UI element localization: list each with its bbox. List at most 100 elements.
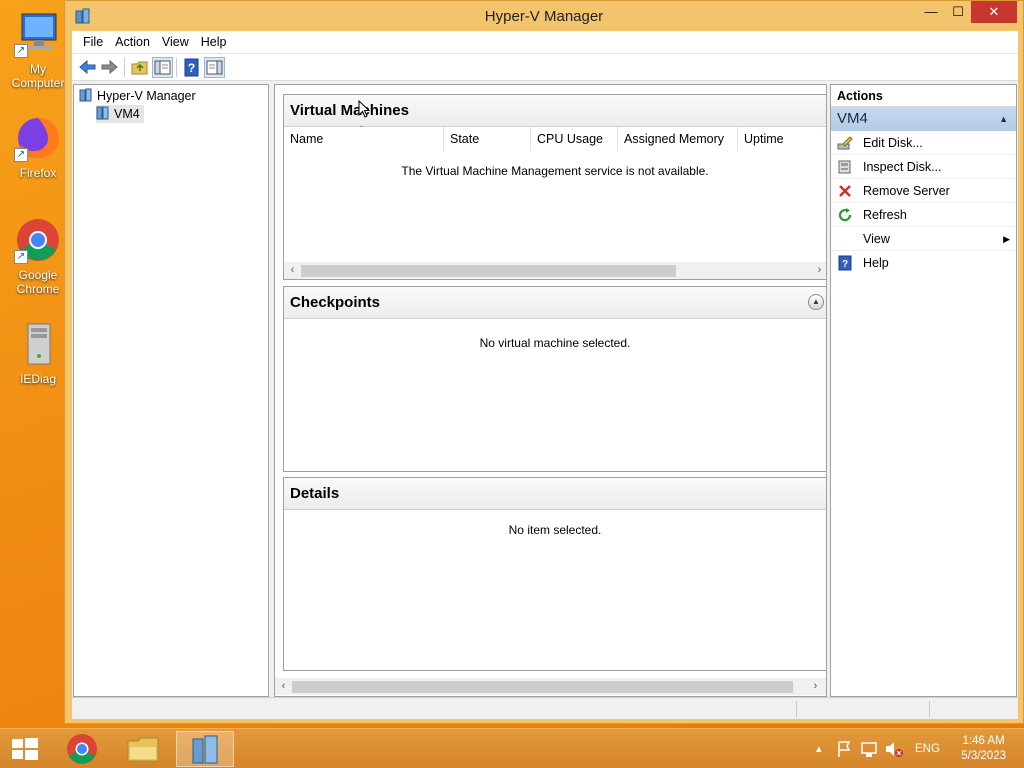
desktop-icon-my-computer[interactable]: ↗ My Computer bbox=[3, 10, 73, 90]
clock[interactable]: 1:46 AM 5/3/2023 bbox=[961, 734, 1006, 764]
folder-icon bbox=[127, 737, 159, 762]
help-icon[interactable]: ? bbox=[181, 57, 202, 78]
desktop-icon-label: My Computer bbox=[11, 62, 65, 90]
toolbar: ? bbox=[72, 54, 1018, 81]
scroll-left-icon[interactable]: ‹ bbox=[284, 262, 301, 279]
up-folder-icon[interactable] bbox=[129, 57, 150, 78]
action-label: Refresh bbox=[863, 208, 907, 222]
pane-title: Details bbox=[284, 478, 826, 510]
edit-disk-icon bbox=[837, 135, 853, 151]
taskbar-file-explorer[interactable] bbox=[114, 731, 172, 767]
clock-time: 1:46 AM bbox=[962, 735, 1005, 747]
taskbar: ▴ ENG 1:46 AM 5/3/2023 bbox=[0, 728, 1024, 768]
svg-text:?: ? bbox=[188, 61, 195, 75]
action-label: View bbox=[863, 232, 890, 246]
action-center-flag-icon[interactable] bbox=[836, 729, 852, 768]
details-pane: Details No item selected. bbox=[283, 477, 827, 671]
clock-date: 5/3/2023 bbox=[961, 750, 1006, 762]
computer-icon: ↗ bbox=[14, 10, 62, 58]
desktop-icon-label: Firefox bbox=[19, 166, 57, 180]
svg-text:?: ? bbox=[842, 259, 848, 270]
desktop-icon-firefox[interactable]: ↗ Firefox bbox=[3, 114, 73, 180]
client-area: Hyper-V Manager VM4 Virtual Machines Nam… bbox=[72, 81, 1018, 697]
menu-action[interactable]: Action bbox=[109, 31, 156, 54]
start-button[interactable] bbox=[0, 731, 50, 767]
action-refresh[interactable]: Refresh bbox=[831, 203, 1016, 227]
scroll-left-icon[interactable]: ‹ bbox=[275, 678, 292, 695]
menu-file[interactable]: File bbox=[77, 31, 109, 54]
actions-section-vm4[interactable]: VM4 ▲ bbox=[831, 107, 1016, 131]
minimize-button[interactable]: — bbox=[917, 1, 945, 23]
tree-label: Hyper-V Manager bbox=[97, 89, 196, 103]
navigation-tree: Hyper-V Manager VM4 bbox=[73, 84, 269, 697]
vm-horizontal-scrollbar[interactable]: ‹ › bbox=[284, 262, 826, 279]
action-label: Remove Server bbox=[863, 184, 950, 198]
action-help[interactable]: ? Help bbox=[831, 251, 1016, 275]
action-remove-server[interactable]: Remove Server bbox=[831, 179, 1016, 203]
checkpoints-title: Checkpoints bbox=[290, 294, 381, 311]
desktop-icon-label: Google Chrome bbox=[16, 268, 60, 296]
collapse-up-icon[interactable]: ▲ bbox=[808, 294, 824, 310]
chrome-icon bbox=[67, 734, 97, 764]
show-hide-tree-icon[interactable] bbox=[152, 57, 173, 78]
collapse-triangle-icon[interactable]: ▲ bbox=[999, 107, 1008, 131]
server-icon bbox=[96, 106, 110, 120]
action-label: Edit Disk... bbox=[863, 136, 923, 150]
close-button[interactable]: ✕ bbox=[971, 1, 1017, 23]
desktop-icon-chrome[interactable]: ↗ Google Chrome bbox=[3, 216, 73, 296]
details-status-message: No item selected. bbox=[508, 523, 602, 537]
forward-arrow-icon[interactable] bbox=[99, 57, 120, 78]
tree-item-hyperv-manager[interactable]: Hyper-V Manager bbox=[79, 87, 196, 105]
hyperv-manager-icon bbox=[79, 88, 93, 102]
window-title: Hyper-V Manager bbox=[484, 8, 604, 25]
action-inspect-disk[interactable]: Inspect Disk... bbox=[831, 155, 1016, 179]
title-bar[interactable]: Hyper-V Manager — ☐ ✕ bbox=[65, 1, 1023, 31]
column-cpu-usage[interactable]: CPU Usage bbox=[531, 127, 618, 151]
inspect-disk-icon bbox=[837, 159, 853, 175]
firefox-icon: ↗ bbox=[14, 114, 62, 162]
pane-title: Checkpoints ▲ bbox=[284, 287, 826, 319]
show-hide-action-pane-icon[interactable] bbox=[204, 57, 225, 78]
checkpoints-status-message: No virtual machine selected. bbox=[479, 336, 631, 350]
scroll-thumb[interactable] bbox=[292, 681, 793, 693]
show-hidden-icons[interactable]: ▴ bbox=[816, 729, 822, 768]
desktop-icon-iediag[interactable]: IEDiag bbox=[3, 320, 73, 386]
action-view[interactable]: View ▶ bbox=[831, 227, 1016, 251]
mouse-cursor-icon bbox=[358, 99, 371, 121]
refresh-icon bbox=[837, 207, 853, 223]
taskbar-hyperv-manager[interactable] bbox=[176, 731, 234, 767]
column-assigned-memory[interactable]: Assigned Memory bbox=[618, 127, 738, 151]
volume-muted-icon[interactable] bbox=[884, 729, 904, 768]
maximize-button[interactable]: ☐ bbox=[945, 1, 971, 23]
column-uptime[interactable]: Uptime bbox=[738, 127, 826, 151]
scroll-right-icon[interactable]: › bbox=[807, 678, 824, 695]
menu-bar: File Action View Help bbox=[72, 31, 1018, 54]
taskbar-chrome[interactable] bbox=[53, 731, 111, 767]
hyperv-manager-window: Hyper-V Manager — ☐ ✕ File Action View Help… bbox=[64, 0, 1024, 724]
status-bar bbox=[72, 697, 1018, 719]
vm-status-message: The Virtual Machine Management service i… bbox=[401, 164, 709, 178]
actions-section-label: VM4 bbox=[837, 110, 868, 127]
checkpoints-pane: Checkpoints ▲ No virtual machine selecte… bbox=[283, 286, 827, 472]
center-pane: Virtual Machines Name State CPU Usage As… bbox=[274, 84, 827, 697]
back-arrow-icon[interactable] bbox=[77, 57, 98, 78]
iediag-icon bbox=[14, 320, 62, 368]
column-state[interactable]: State bbox=[444, 127, 531, 151]
actions-pane: Actions VM4 ▲ Edit Disk... Inspect Disk.… bbox=[830, 84, 1017, 697]
network-icon[interactable] bbox=[860, 729, 878, 768]
scroll-thumb[interactable] bbox=[301, 265, 676, 277]
center-horizontal-scrollbar[interactable]: ‹ › bbox=[275, 678, 826, 695]
help-icon: ? bbox=[837, 255, 853, 271]
submenu-arrow-icon: ▶ bbox=[1003, 234, 1010, 244]
menu-view[interactable]: View bbox=[156, 31, 195, 54]
column-name[interactable]: Name bbox=[284, 127, 444, 151]
remove-icon bbox=[837, 183, 853, 199]
tree-item-vm4[interactable]: VM4 bbox=[96, 105, 144, 123]
action-edit-disk[interactable]: Edit Disk... bbox=[831, 131, 1016, 155]
input-language[interactable]: ENG bbox=[915, 729, 940, 768]
scroll-right-icon[interactable]: › bbox=[811, 262, 826, 279]
tree-label: VM4 bbox=[114, 107, 140, 121]
menu-help[interactable]: Help bbox=[195, 31, 233, 54]
windows-logo-icon bbox=[12, 738, 38, 760]
action-label: Help bbox=[863, 256, 889, 270]
